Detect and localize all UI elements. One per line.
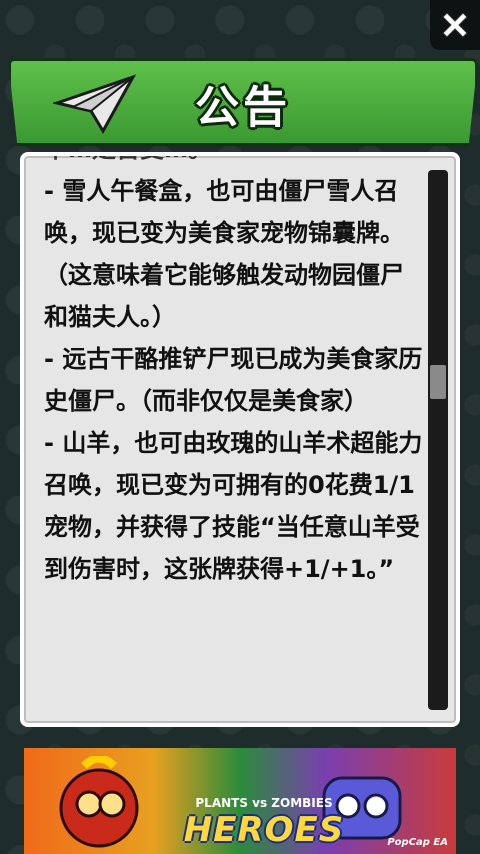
hero-character-icon <box>59 756 139 848</box>
ad-banner[interactable]: PLANTS vs ZOMBIES HEROES PopCap EA <box>24 748 456 854</box>
announcement-text: 卡…是否变…。 - 雪人午餐盒，也可由僵尸雪人召唤，现已变为美食家宠物锦囊牌。（… <box>44 156 424 590</box>
banner-brand: PopCap EA <box>387 837 448 848</box>
page-title: 公告 <box>195 82 291 133</box>
scrollbar[interactable] <box>428 170 448 710</box>
announcement-item: - 雪人午餐盒，也可由僵尸雪人召唤，现已变为美食家宠物锦囊牌。（这意味着它能够触… <box>44 177 404 331</box>
announcement-item: - 山羊，也可由玫瑰的山羊术超能力召唤，现已变为可拥有的0花费1/1宠物，并获得… <box>44 429 423 583</box>
close-icon <box>442 12 468 38</box>
banner-plants-text: PLANTS vs ZOMBIES <box>195 796 333 810</box>
announcement-panel[interactable]: 卡…是否变…。 - 雪人午餐盒，也可由僵尸雪人召唤，现已变为美食家宠物锦囊牌。（… <box>20 152 460 727</box>
announcement-item: - 远古干酪推铲尸现已成为美食家历史僵尸。（而非仅仅是美食家） <box>44 345 423 415</box>
close-button[interactable] <box>430 0 480 50</box>
scrollbar-thumb[interactable] <box>430 365 446 399</box>
partial-line: 卡…是否变…。 <box>44 156 424 170</box>
announcement-header: 公告 <box>8 58 478 146</box>
banner-heroes-text: HEROES <box>183 810 345 850</box>
